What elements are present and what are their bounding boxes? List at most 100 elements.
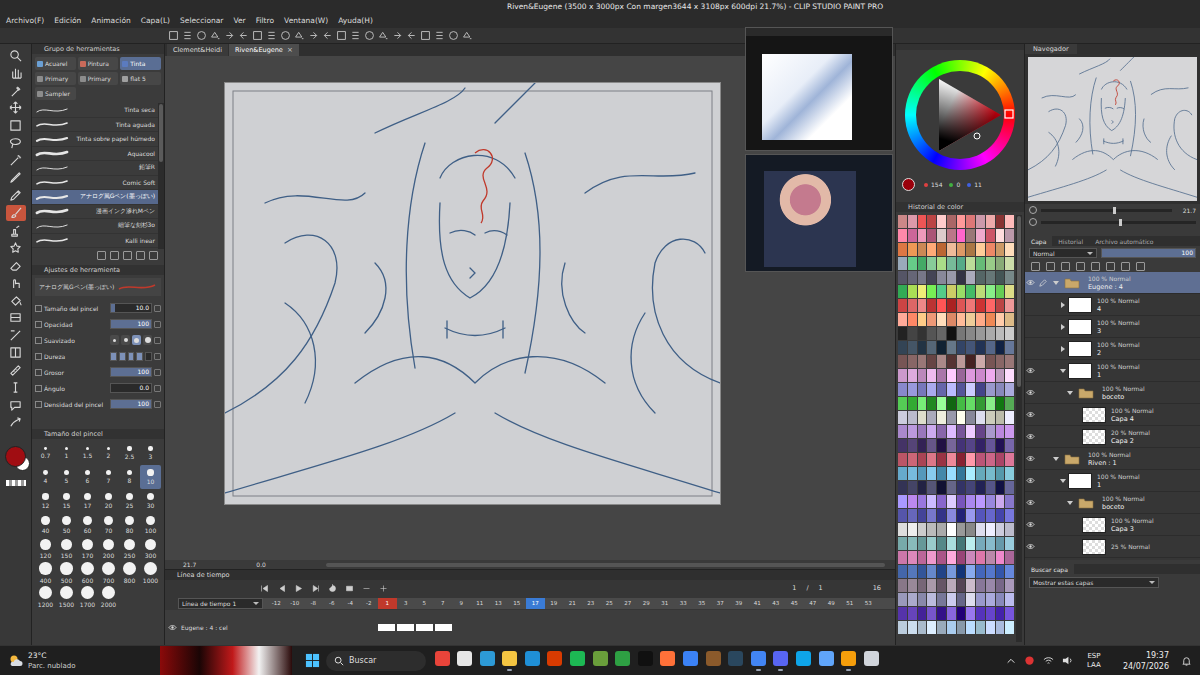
color-swatch[interactable]: [1005, 523, 1014, 536]
expand-icon[interactable]: [1067, 501, 1073, 505]
color-swatch[interactable]: [927, 453, 936, 466]
lock-icon[interactable]: [154, 305, 161, 312]
color-swatch[interactable]: [937, 495, 946, 508]
tool-button[interactable]: [6, 292, 26, 308]
color-swatch[interactable]: [898, 621, 907, 634]
color-swatch[interactable]: [947, 243, 956, 256]
color-swatch[interactable]: [927, 355, 936, 368]
color-swatch[interactable]: [1005, 383, 1014, 396]
brush-item[interactable]: Tinta sobre papel húmedo: [32, 132, 158, 147]
color-swatch[interactable]: [947, 509, 956, 522]
expand-icon[interactable]: [1053, 457, 1059, 461]
color-swatch[interactable]: [996, 299, 1005, 312]
color-swatch[interactable]: [976, 537, 985, 550]
brush-size[interactable]: 80: [119, 513, 140, 537]
color-swatch[interactable]: [927, 313, 936, 326]
panel-tab[interactable]: Historial: [1052, 236, 1089, 246]
color-swatch[interactable]: [996, 271, 1005, 284]
brush-item[interactable]: Tinta aguada: [32, 118, 158, 133]
language-indicator[interactable]: ESPLAA: [1087, 652, 1101, 670]
color-swatch[interactable]: [937, 243, 946, 256]
eye-icon[interactable]: [1026, 520, 1035, 529]
color-swatch[interactable]: [976, 257, 985, 270]
color-swatch[interactable]: [976, 607, 985, 620]
menu-item[interactable]: Seleccionar: [180, 16, 223, 25]
command-icon[interactable]: [336, 30, 347, 41]
brush-size[interactable]: 120: [35, 537, 56, 561]
taskbar-app[interactable]: [479, 647, 495, 675]
command-icon[interactable]: [322, 30, 333, 41]
command-icon[interactable]: [462, 30, 473, 41]
command-icon[interactable]: [280, 30, 291, 41]
color-swatch[interactable]: [966, 397, 975, 410]
color-swatch[interactable]: [996, 537, 1005, 550]
color-swatch[interactable]: [1005, 621, 1014, 634]
tool-button[interactable]: [6, 152, 26, 168]
color-swatch[interactable]: [918, 341, 927, 354]
color-swatch[interactable]: [937, 481, 946, 494]
color-swatch[interactable]: [966, 593, 975, 606]
color-swatch[interactable]: [1005, 257, 1014, 270]
hardness-step[interactable]: [136, 352, 143, 361]
color-swatch[interactable]: [947, 313, 956, 326]
color-swatch[interactable]: [908, 397, 917, 410]
color-swatch[interactable]: [966, 215, 975, 228]
brush-size[interactable]: 40: [35, 513, 56, 537]
color-swatch[interactable]: [937, 299, 946, 312]
color-swatch[interactable]: [986, 495, 995, 508]
brush-size[interactable]: 8: [119, 465, 140, 489]
expand-icon[interactable]: [1061, 346, 1065, 352]
layer-action-icon[interactable]: [1046, 262, 1055, 271]
color-swatch[interactable]: [898, 593, 907, 606]
color-swatch[interactable]: [908, 271, 917, 284]
panel-action-icon[interactable]: [97, 251, 106, 260]
color-swatch[interactable]: [947, 537, 956, 550]
color-swatch[interactable]: [927, 257, 936, 270]
command-icon[interactable]: [420, 30, 431, 41]
color-swatch[interactable]: [918, 299, 927, 312]
frame-number[interactable]: 5: [415, 598, 434, 609]
zoom-slider[interactable]: [1041, 209, 1172, 212]
color-swatch[interactable]: [1005, 285, 1014, 298]
color-swatch[interactable]: [976, 467, 985, 480]
color-swatch[interactable]: [966, 565, 975, 578]
command-icon[interactable]: [308, 30, 319, 41]
color-swatch[interactable]: [976, 579, 985, 592]
color-swatch[interactable]: [996, 593, 1005, 606]
panel-action-icon[interactable]: [149, 251, 158, 260]
color-swatch[interactable]: [898, 495, 907, 508]
color-swatch[interactable]: [898, 271, 907, 284]
color-swatch[interactable]: [996, 607, 1005, 620]
layer-action-icon[interactable]: [1091, 262, 1100, 271]
color-swatch[interactable]: [937, 523, 946, 536]
color-swatch[interactable]: [976, 621, 985, 634]
color-swatch[interactable]: [996, 383, 1005, 396]
color-swatch[interactable]: [908, 467, 917, 480]
color-swatch[interactable]: [957, 285, 966, 298]
media-thumbnail[interactable]: [160, 646, 292, 675]
color-swatch[interactable]: [947, 481, 956, 494]
color-swatch[interactable]: [1005, 481, 1014, 494]
chevron-up-icon[interactable]: [1006, 656, 1016, 666]
color-swatch[interactable]: [908, 243, 917, 256]
color-swatch[interactable]: [898, 285, 907, 298]
color-swatch[interactable]: [927, 537, 936, 550]
color-swatch[interactable]: [918, 439, 927, 452]
tool-button[interactable]: [6, 397, 26, 413]
reference-window[interactable]: [745, 27, 893, 151]
smoothing-option[interactable]: [143, 335, 152, 345]
brush-size[interactable]: 2.5: [119, 441, 140, 465]
frame-ruler[interactable]: -12-10-8-6-4-213579111315171921232527293…: [263, 598, 895, 609]
layer-row[interactable]: 100 % Normal boceto: [1025, 382, 1200, 404]
color-swatch[interactable]: [947, 565, 956, 578]
color-swatch[interactable]: [908, 299, 917, 312]
property-slider[interactable]: 100: [110, 399, 152, 409]
color-swatch[interactable]: [927, 509, 936, 522]
taskbar-app[interactable]: [502, 647, 518, 675]
color-swatch[interactable]: [957, 369, 966, 382]
frame-number[interactable]: 23: [582, 598, 601, 609]
color-swatch[interactable]: [996, 621, 1005, 634]
color-swatch[interactable]: [957, 257, 966, 270]
color-swatch[interactable]: [1005, 551, 1014, 564]
color-swatch[interactable]: [1005, 537, 1014, 550]
